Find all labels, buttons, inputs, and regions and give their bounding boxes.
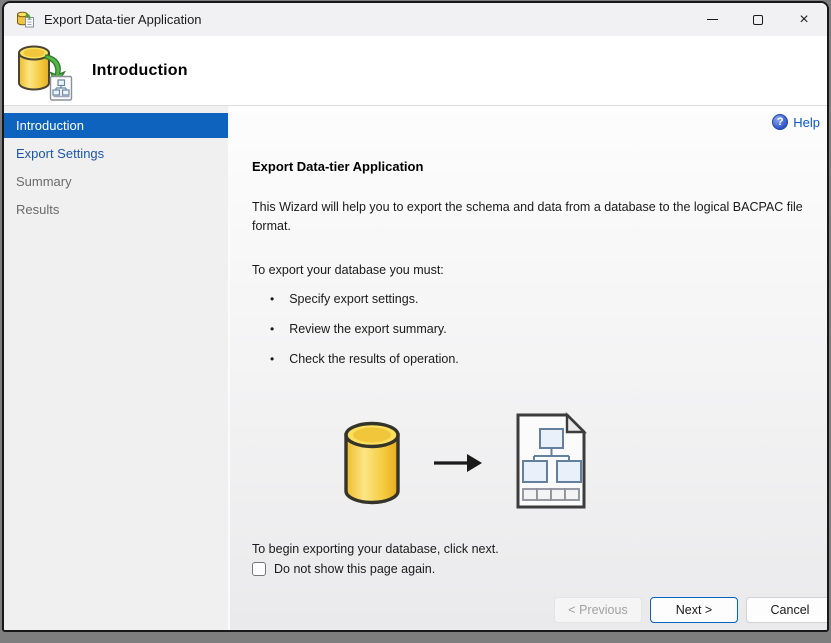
maximize-button[interactable] [735,3,781,36]
help-link[interactable]: ? Help [772,114,820,130]
page-title: Introduction [92,61,188,79]
steps-intro: To export your database you must: [252,263,444,277]
next-button[interactable]: Next > [650,597,738,623]
help-icon: ? [772,114,789,130]
sidebar-item-results: Results [16,202,60,217]
database-icon [344,421,400,505]
minimize-icon [706,19,718,20]
content-body: Export Data-tier Application This Wizard… [230,106,827,576]
sidebar-item-summary: Summary [16,174,72,189]
dont-show-again-checkbox[interactable] [252,562,266,576]
bullet-icon: • [270,292,275,306]
content-panel: ? Help Export Data-tier Application This… [230,106,827,630]
wizard-window: Export Data-tier Application × Introduct… [2,1,829,632]
list-item: • Check the results of operation. [252,351,817,367]
bullet-icon: • [270,352,275,366]
title-bar: Export Data-tier Application × [4,3,827,36]
wizard-steps-sidebar: Introduction Export Settings Summary Res… [4,106,230,630]
previous-button[interactable]: < Previous [554,597,642,623]
list-item: • Review the export summary. [252,321,817,337]
step-text: Specify export settings. [289,292,419,306]
step-text: Review the export summary. [289,322,447,336]
minimize-button[interactable] [689,3,735,36]
dont-show-again-row: Do not show this page again. [252,562,817,576]
bullet-icon: • [270,322,275,336]
list-item: • Specify export settings. [252,291,817,307]
steps-list: • Specify export settings. • Review the … [252,291,817,367]
wizard-description: This Wizard will help you to export the … [252,200,803,233]
checkbox-label[interactable]: Do not show this page again. [274,562,435,576]
help-label: Help [793,114,820,130]
close-button[interactable]: × [781,3,827,36]
sidebar-item-introduction[interactable]: Introduction [4,113,228,138]
step-text: Check the results of operation. [289,352,459,366]
app-icon [17,11,34,28]
content-heading: Export Data-tier Application [252,159,424,174]
begin-export-note: To begin exporting your database, click … [252,542,499,556]
bacpac-file-icon [516,412,587,509]
close-icon: × [799,10,809,28]
maximize-icon [753,14,763,25]
sidebar-item-export-settings[interactable]: Export Settings [4,141,228,166]
export-dac-icon [18,45,73,101]
export-illustration [252,412,817,513]
wizard-header: Introduction [4,36,827,106]
wizard-button-row: < Previous Next > Cancel [554,597,827,623]
cancel-button[interactable]: Cancel [746,597,827,623]
window-controls: × [689,3,827,36]
arrow-right-icon [434,454,482,472]
window-title: Export Data-tier Application [44,12,202,27]
main-area: Introduction Export Settings Summary Res… [4,106,827,630]
